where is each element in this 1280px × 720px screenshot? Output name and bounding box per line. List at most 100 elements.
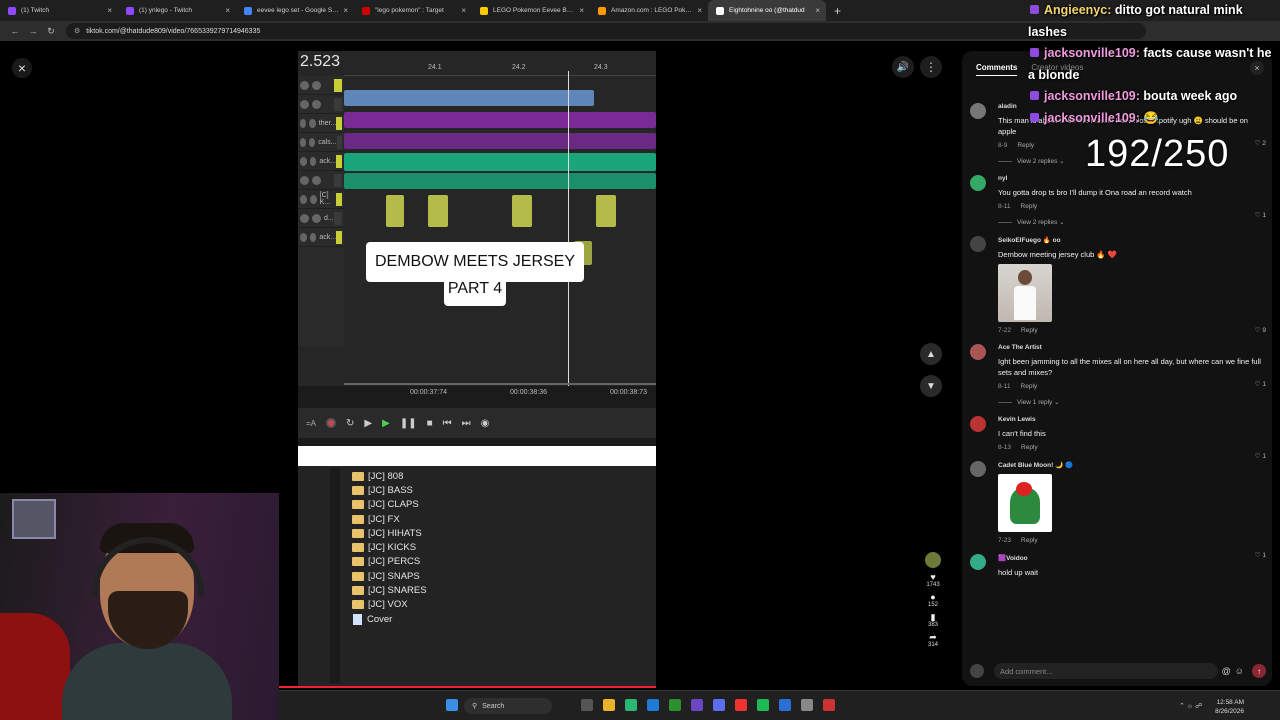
volume-knob-icon[interactable]: [300, 137, 307, 147]
comment-like-button[interactable]: ♡ 1: [1255, 211, 1266, 219]
track-header[interactable]: d...: [298, 209, 344, 228]
pan-knob-icon[interactable]: [312, 99, 321, 109]
step-icon[interactable]: ▶: [364, 418, 372, 429]
avatar[interactable]: [970, 175, 986, 191]
view-replies-button[interactable]: View 2 replies ⌄: [998, 218, 1266, 226]
tab-close-icon[interactable]: ×: [697, 6, 702, 15]
stop-icon[interactable]: ■: [427, 418, 433, 429]
skip-back-icon[interactable]: ⏮: [443, 418, 452, 429]
tab-close-icon[interactable]: ×: [343, 6, 348, 15]
pan-knob-icon[interactable]: [309, 194, 317, 204]
previous-video-icon[interactable]: ▲: [920, 343, 942, 365]
file-browser-scrollbar[interactable]: [330, 468, 340, 683]
browser-tab[interactable]: "lego pokemon" : Target ×: [354, 0, 472, 21]
mention-icon[interactable]: @: [1222, 666, 1231, 676]
track-header[interactable]: [298, 171, 344, 190]
comment-like-button[interactable]: ♡ 2: [1255, 139, 1266, 147]
comment-author[interactable]: Cadet Blue Moon! 🌙 🔵: [998, 461, 1266, 469]
start-icon[interactable]: [446, 699, 458, 711]
tab-close-icon[interactable]: ×: [461, 6, 466, 15]
folder-item[interactable]: [JC] KICKS: [352, 540, 427, 554]
emoji-icon[interactable]: ☺: [1235, 666, 1244, 676]
browser-tab[interactable]: eevee lego set - Google Search ×: [236, 0, 354, 21]
browser-tab[interactable]: Amazon.com : LEGO Pokemon ×: [590, 0, 708, 21]
folder-item[interactable]: [JC] CLAPS: [352, 498, 427, 512]
track-header[interactable]: [298, 95, 344, 114]
pan-knob-icon[interactable]: [312, 80, 321, 90]
comment-like-button[interactable]: ♡ 9: [1255, 326, 1266, 334]
taskbar-search[interactable]: ⚲ Search: [464, 698, 552, 714]
volume-knob-icon[interactable]: [300, 213, 309, 223]
pause-icon[interactable]: ❚❚: [400, 418, 417, 429]
avatar[interactable]: [970, 344, 986, 360]
volume-knob-icon[interactable]: [300, 232, 307, 242]
tab-creator-videos[interactable]: Creator videos: [1031, 63, 1083, 76]
folder-item[interactable]: [JC] PERCS: [352, 555, 427, 569]
folder-item[interactable]: [JC] FX: [352, 512, 427, 526]
time-scrubber[interactable]: 00:00:37:74 00:00:38:36 00:00:38:73: [344, 381, 656, 401]
share-button[interactable]: ➦ 314: [920, 632, 946, 648]
reply-button[interactable]: Reply: [1021, 537, 1038, 544]
folder-item[interactable]: [JC] HIHATS: [352, 526, 427, 540]
browser-tab[interactable]: (1) ynlego - Twitch ×: [118, 0, 236, 21]
reply-button[interactable]: Reply: [1021, 383, 1038, 390]
youtube-icon[interactable]: [735, 699, 747, 711]
task-view-icon[interactable]: [581, 699, 593, 711]
browser-tab[interactable]: LEGO Pokemon Eevee Building ×: [472, 0, 590, 21]
view-replies-button[interactable]: View 1 reply ⌄: [998, 398, 1266, 406]
tab-close-icon[interactable]: ×: [579, 6, 584, 15]
save-button[interactable]: ▮ 383: [920, 612, 946, 628]
track-header[interactable]: ther...: [298, 114, 344, 133]
obs-icon[interactable]: [823, 699, 835, 711]
avatar[interactable]: [970, 416, 986, 432]
close-video-button[interactable]: ×: [12, 58, 32, 78]
spotify-icon[interactable]: [757, 699, 769, 711]
creator-avatar[interactable]: [925, 552, 941, 568]
folder-item[interactable]: [JC] VOX: [352, 598, 427, 612]
browser-tab[interactable]: (1) Twitch ×: [0, 0, 118, 21]
tab-close-icon[interactable]: ×: [225, 6, 230, 15]
track-header[interactable]: [298, 76, 344, 95]
comment-author[interactable]: 🟪Voidoo: [998, 554, 1266, 562]
back-icon[interactable]: ←: [6, 26, 24, 36]
comment-sticker-image[interactable]: [998, 474, 1052, 532]
browser-tab[interactable]: Eightohnine oo (@thatdud ×: [708, 0, 826, 21]
more-options-icon[interactable]: ⋮: [920, 56, 942, 78]
settings-icon[interactable]: [801, 699, 813, 711]
pan-knob-icon[interactable]: [309, 137, 316, 147]
send-icon[interactable]: ↑: [1252, 664, 1266, 678]
pan-knob-icon[interactable]: [309, 118, 316, 128]
comment-button[interactable]: ● 152: [920, 592, 946, 608]
pan-knob-icon[interactable]: [312, 213, 321, 223]
comment-input[interactable]: Add comment...: [994, 663, 1218, 679]
skip-forward-icon[interactable]: ⏭: [462, 418, 471, 429]
chrome-icon[interactable]: [603, 699, 615, 711]
reload-icon[interactable]: ↻: [42, 26, 60, 37]
video-player[interactable]: 2.523 24.1 24.2 24.3 ther... cals... ack..…: [298, 51, 656, 687]
track-header[interactable]: ack...: [298, 152, 344, 171]
url-input[interactable]: ⚙ tiktok.com/@thatdude809/video/76653392…: [66, 23, 1146, 39]
volume-knob-icon[interactable]: [300, 194, 307, 204]
site-info-icon[interactable]: ⚙: [74, 27, 80, 35]
reply-button[interactable]: Reply: [1021, 327, 1038, 334]
tab-close-icon[interactable]: ×: [107, 6, 112, 15]
folder-item[interactable]: [JC] 808: [352, 469, 427, 483]
volume-knob-icon[interactable]: [300, 156, 307, 166]
tab-close-icon[interactable]: ×: [815, 6, 820, 15]
reply-button[interactable]: Reply: [1017, 142, 1034, 149]
avatar[interactable]: [970, 236, 986, 252]
record-icon[interactable]: [326, 418, 337, 428]
close-comments-icon[interactable]: ×: [1250, 61, 1264, 75]
playhead[interactable]: [568, 71, 569, 386]
comment-author[interactable]: Ace The Artist: [998, 344, 1266, 351]
volume-knob-icon[interactable]: [300, 118, 307, 128]
volume-icon[interactable]: 🔊: [892, 56, 914, 78]
tab-comments[interactable]: Comments: [976, 63, 1018, 76]
volume-knob-icon[interactable]: [300, 99, 309, 109]
folder-item[interactable]: [JC] SNAPS: [352, 569, 427, 583]
track-header[interactable]: cals...: [298, 133, 344, 152]
reply-button[interactable]: Reply: [1021, 203, 1038, 210]
volume-knob-icon[interactable]: [300, 175, 309, 185]
folder-item[interactable]: [JC] SNARES: [352, 583, 427, 597]
tray-icons[interactable]: ⌃ ☼ ☍: [1179, 702, 1202, 710]
